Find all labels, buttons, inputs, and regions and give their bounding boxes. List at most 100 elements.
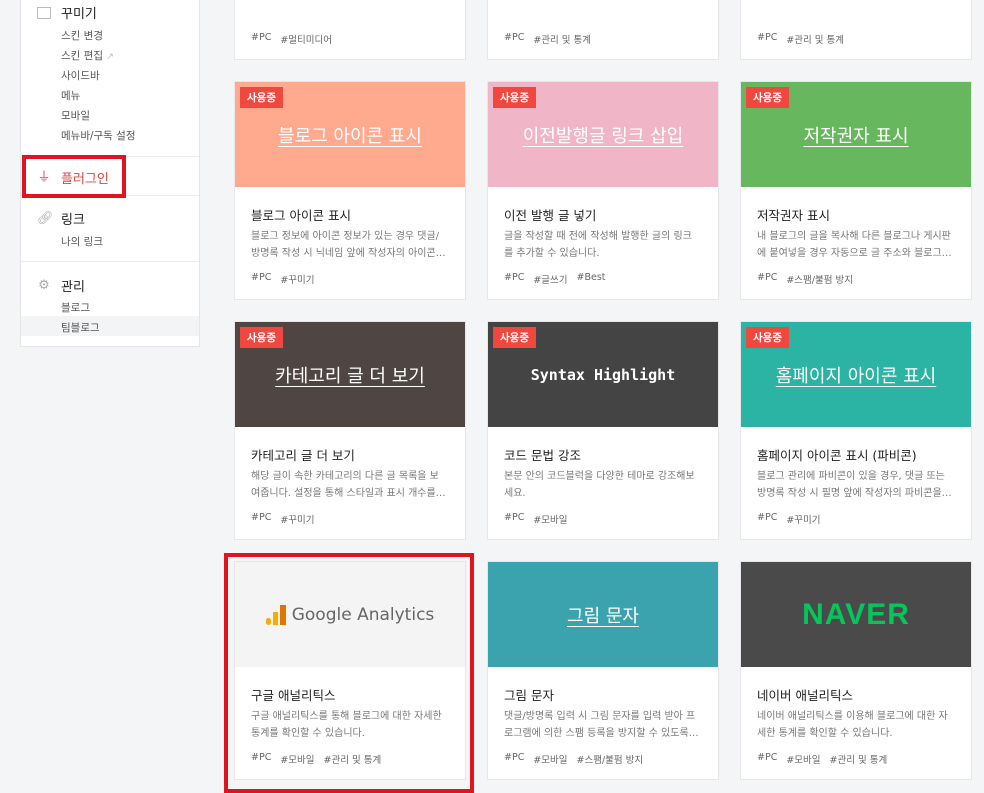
plugin-card[interactable]: 카테고리 글 더 보기 사용중 카테고리 글 더 보기해당 글이 속한 카테고리의 … (234, 321, 466, 540)
thumb-label: 홈페이지 아이콘 표시 (776, 362, 936, 388)
tag[interactable]: #PC (757, 752, 777, 766)
tag[interactable]: #PC (757, 32, 777, 46)
tag[interactable]: #멀티미디어 (280, 32, 332, 46)
thumb-label: 이전발행글 링크 삽입 (523, 122, 683, 148)
google-analytics-logo-icon (265, 604, 286, 625)
link-icon: 🔗︎ (37, 210, 54, 226)
desc-line: 댓글/방명록 입력 시 그림 문자를 입력 받아 프 (504, 711, 696, 722)
card-title: 구글 애널리틱스 (251, 688, 336, 703)
divider (21, 261, 199, 262)
sidebar-item-team-blog[interactable]: 팀블로그 (61, 320, 100, 335)
desc-line: 구글 애널리틱스를 통해 블로그에 대한 자세한 (251, 711, 442, 722)
tag[interactable]: #글쓰기 (533, 272, 567, 286)
tag[interactable]: #스팸/불펌 방지 (577, 752, 644, 766)
external-link-icon: ↗ (106, 52, 114, 62)
plugin-card[interactable]: 저작권자 표시 사용중 저작권자 표시 내 블로그의 글을 복사해 다른 블로그나 게… (740, 81, 972, 300)
tag[interactable]: #관리 및 통계 (533, 32, 591, 46)
tag[interactable]: #관리 및 통계 (324, 752, 382, 766)
section-label: 플러그인 (61, 172, 109, 187)
in-use-badge: 사용중 (493, 87, 536, 108)
sidebar-item-menubar[interactable]: 메뉴바/구독 설정 (61, 128, 136, 143)
tag[interactable]: #꾸미기 (786, 512, 820, 526)
thumb-title: NAVER (802, 597, 910, 631)
thumb-title: Syntax Highlight (530, 365, 676, 384)
thumb-title: 카테고리 글 더 보기 (275, 365, 425, 387)
card-tags: #PC #모바일 (504, 512, 568, 526)
tag[interactable]: #관리 및 통계 (786, 32, 844, 46)
in-use-badge: 사용중 (746, 87, 789, 108)
plugin-card[interactable]: Google Analytics 구글 애널리틱스구글 애널리틱스를 통해 블로그… (234, 561, 466, 780)
card-description: 내 블로그의 글을 복사해 다른 블로그나 게시판 에 붙여넣을 경우 자동으로 … (757, 228, 962, 262)
card-description: 글을 작성할 때 전에 작성해 발행한 글의 링크 를 추가할 수 있습니다. (504, 228, 709, 262)
card-tags: #PC #모바일 #관리 및 통계 (757, 752, 887, 766)
card-thumbnail: 홈페이지 아이콘 표시 사용중 (741, 322, 971, 427)
tag[interactable]: #PC (251, 32, 271, 46)
section-label: 관리 (61, 280, 85, 295)
tag[interactable]: #PC (251, 752, 271, 766)
tag[interactable]: #PC (757, 272, 777, 286)
sidebar-section-customize[interactable]: 꾸미기 (37, 3, 97, 22)
thumb-label: 블로그 아이콘 표시 (278, 122, 422, 148)
plugin-card[interactable]: 홈페이지 아이콘 표시 사용중 홈페이지 아이콘 표시 (파비콘) 블로그 관리에 파… (740, 321, 972, 540)
tag[interactable]: #스팸/불펌 방지 (786, 272, 853, 286)
tag[interactable]: #PC (251, 272, 271, 286)
card-tags: #PC #모바일 #관리 및 통계 (251, 752, 381, 766)
thumb-title: 블로그 아이콘 표시 (278, 125, 422, 147)
tag[interactable]: #모바일 (533, 752, 567, 766)
thumb-label: Google Analytics (265, 604, 434, 625)
card-tags: #PC #멀티미디어 (251, 32, 332, 46)
sidebar-item-my-link[interactable]: 나의 링크 (61, 234, 103, 249)
plugin-card[interactable]: NAVER 네이버 애널리틱스 네이버 애널리틱스를 이용해 블로그에 대한 자 세한… (740, 561, 972, 780)
in-use-badge: 사용중 (493, 327, 536, 348)
tag[interactable]: #모바일 (786, 752, 820, 766)
tag[interactable]: #모바일 (533, 512, 567, 526)
sidebar-section-link[interactable]: 🔗︎ 링크 (37, 209, 85, 228)
sidebar-item-blog[interactable]: 블로그 (61, 300, 90, 315)
tag[interactable]: #Best (577, 272, 606, 286)
tag[interactable]: #꾸미기 (280, 272, 314, 286)
tag[interactable]: #PC (757, 512, 777, 526)
sidebar-section-manage[interactable]: ⚙ 관리 (37, 276, 85, 295)
thumb-label: NAVER (802, 598, 910, 632)
sidebar-item-sidebar[interactable]: 사이드바 (61, 68, 100, 83)
card-tags: #PC #꾸미기 (757, 512, 821, 526)
tag[interactable]: #PC (251, 512, 271, 526)
card-title: 블로그 아이콘 표시 (251, 208, 351, 223)
plugin-card[interactable]: 블로그 아이콘 표시 사용중 블로그 아이콘 표시 블로그 정보에 아이콘 정보가 있… (234, 81, 466, 300)
desc-line: 본문 안의 코드블럭을 다양한 테마로 강조해보 (504, 471, 695, 482)
card-thumbnail: 카테고리 글 더 보기 사용중 (235, 322, 465, 427)
sidebar-item-skin-edit[interactable]: 스킨 편집 ↗ (61, 48, 114, 63)
sidebar: 꾸미기 스킨 변경 스킨 편집 ↗ 사이드바 메뉴 모바일 메뉴바/구독 설정 … (20, 0, 200, 347)
card-tags: #PC #관리 및 통계 (504, 32, 591, 46)
sidebar-item-skin-change[interactable]: 스킨 변경 (61, 28, 103, 43)
section-label: 링크 (61, 213, 85, 228)
tag[interactable]: #PC (504, 752, 524, 766)
tag[interactable]: #모바일 (280, 752, 314, 766)
plugin-card[interactable]: 이전발행글 링크 삽입 사용중 이전 발행 글 넣기 글을 작성할 때 전에 작성해 … (487, 81, 719, 300)
tag[interactable]: #관리 및 통계 (830, 752, 888, 766)
desc-line: 방명록 작성 시 필명 앞에 작성자의 파비콘을… (757, 488, 952, 499)
tag[interactable]: #PC (504, 512, 524, 526)
tag[interactable]: #PC (504, 32, 524, 46)
plugin-card[interactable]: 하는 위치에 추가 할 수 있습니다. #PC #관리 및 통계 (487, 0, 719, 60)
thumb-label: 그림 문자 (567, 602, 639, 628)
card-title: 코드 문법 강조 (504, 448, 581, 463)
desc-line: 네이버 애널리틱스를 이용해 블로그에 대한 자 (757, 711, 948, 722)
card-thumbnail: Syntax Highlight 사용중 (488, 322, 718, 427)
plugin-card[interactable]: Syntax Highlight 사용중코드 문법 강조본문 안의 코드블럭을 다… (487, 321, 719, 540)
card-description: 지 크기를 브라우저 판단에 따라 자동으로 조… (251, 0, 456, 22)
hover-highlight (21, 316, 199, 336)
sidebar-item-mobile[interactable]: 모바일 (61, 108, 90, 123)
plugin-card[interactable]: 지 크기를 브라우저 판단에 따라 자동으로 조… #PC #멀티미디어 (234, 0, 466, 60)
sidebar-item-menu[interactable]: 메뉴 (61, 88, 80, 103)
card-thumbnail: NAVER (741, 562, 971, 667)
tag[interactable]: #PC (504, 272, 524, 286)
card-title: 그림 문자 (504, 688, 554, 703)
tag[interactable]: #꾸미기 (280, 512, 314, 526)
divider (21, 195, 199, 196)
card-description: 해당 글이 속한 카테고리의 다른 글 목록을 보 여줍니다. 설정을 통해 스타… (251, 468, 456, 502)
plugin-card[interactable]: 다. #PC #관리 및 통계 (740, 0, 972, 60)
plugin-card[interactable]: 그림 문자 그림 문자 댓글/방명록 입력 시 그림 문자를 입력 받아 프 로그램에… (487, 561, 719, 780)
card-thumbnail: 저작권자 표시 사용중 (741, 82, 971, 187)
sidebar-item-plugin[interactable]: ⏚ 플러그인 (37, 168, 109, 187)
